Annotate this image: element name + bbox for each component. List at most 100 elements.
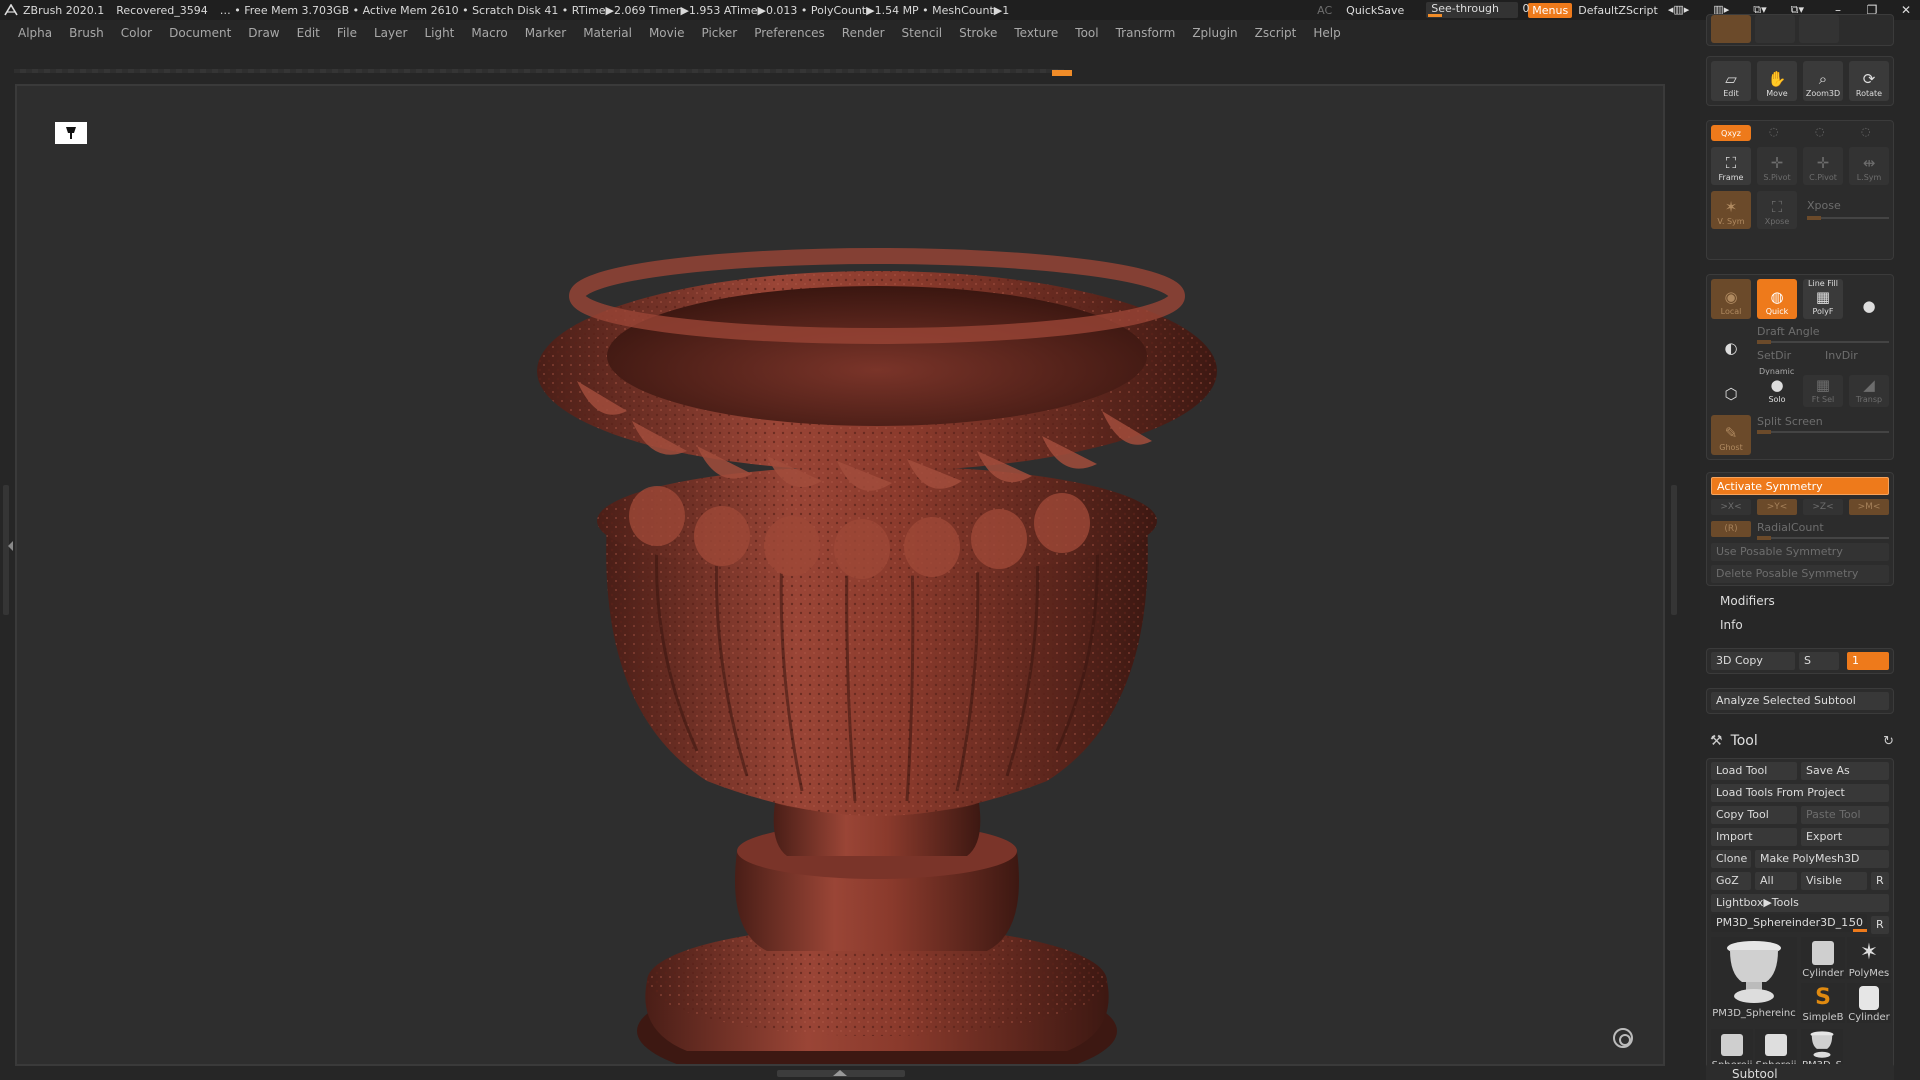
menu-transform[interactable]: Transform [1116, 26, 1176, 40]
menu-render[interactable]: Render [842, 26, 885, 40]
perspective-icon[interactable] [55, 122, 87, 144]
brush-preview-icon[interactable] [1755, 15, 1795, 43]
xyz-toggle[interactable]: Qxyz [1711, 125, 1751, 141]
lsym-button[interactable]: ⇹ L.Sym [1849, 147, 1889, 185]
texture-preview-icon[interactable] [1799, 15, 1839, 43]
quicksave-button[interactable]: QuickSave [1346, 4, 1404, 17]
menu-picker[interactable]: Picker [701, 26, 737, 40]
move-button[interactable]: ✋ Move [1757, 61, 1797, 101]
vsym-button[interactable]: ✶ V. Sym [1711, 191, 1751, 229]
spivot-button[interactable]: ✛ S.Pivot [1757, 147, 1797, 185]
copy-tool-button[interactable]: Copy Tool [1711, 806, 1797, 824]
3d-copy-button[interactable]: 3D Copy [1711, 652, 1795, 670]
draft-angle-slider[interactable] [1757, 340, 1889, 344]
layout-icon-1[interactable]: ◂▥▸ [1668, 3, 1689, 17]
menu-macro[interactable]: Macro [471, 26, 507, 40]
menu-document[interactable]: Document [169, 26, 231, 40]
invdir-button[interactable]: InvDir [1825, 349, 1858, 362]
copy-s-button[interactable]: S [1799, 652, 1839, 670]
menu-movie[interactable]: Movie [649, 26, 685, 40]
menu-preferences[interactable]: Preferences [754, 26, 825, 40]
menu-zscript[interactable]: Zscript [1255, 26, 1297, 40]
make-polymesh-button[interactable]: Make PolyMesh3D [1755, 850, 1889, 868]
z-axis-icon[interactable]: ◌ [1815, 125, 1825, 138]
tool-palette-header[interactable]: ⚒ Tool ↻ [1700, 728, 1900, 754]
load-tools-from-project-button[interactable]: Load Tools From Project [1711, 784, 1889, 802]
save-as-button[interactable]: Save As [1801, 762, 1889, 780]
split-screen-slider[interactable] [1757, 430, 1889, 434]
tool-thumb-pm3d[interactable]: PM3D_Sphereinc [1711, 937, 1797, 1019]
menus-toggle[interactable]: Menus [1528, 2, 1573, 18]
left-tray-toggle[interactable] [3, 485, 13, 615]
radial-r-button[interactable]: (R) [1711, 521, 1751, 537]
menu-zplugin[interactable]: Zplugin [1192, 26, 1237, 40]
reset-icon[interactable]: ↻ [1883, 734, 1894, 749]
current-tool-r-button[interactable]: R [1871, 916, 1889, 934]
delete-posable-symmetry-button[interactable]: Delete Posable Symmetry [1711, 565, 1889, 583]
radialcount-slider[interactable] [1757, 536, 1889, 540]
menu-draw[interactable]: Draw [248, 26, 279, 40]
polyf-button[interactable]: Line Fill ▦ PolyF [1803, 279, 1843, 319]
menu-edit[interactable]: Edit [297, 26, 320, 40]
goz-all-button[interactable]: All [1755, 872, 1797, 890]
transp-button[interactable]: ◢ Transp [1849, 375, 1889, 407]
local-button[interactable]: ◉ Local [1711, 279, 1751, 319]
tool-thumb-cylinder[interactable]: Cylinder [1801, 937, 1845, 979]
edit-button[interactable]: ▱ Edit [1711, 61, 1751, 101]
solo-button[interactable]: ● Solo [1757, 375, 1797, 407]
xpose-button[interactable]: ⛶ Xpose [1757, 191, 1797, 229]
setdir-button[interactable]: SetDir [1757, 349, 1791, 362]
modifiers-section[interactable]: Modifiers [1720, 594, 1775, 608]
tool-thumb-cylinder-2[interactable]: Cylinder [1847, 983, 1891, 1023]
contrast-button[interactable]: ◐ [1711, 325, 1751, 361]
xpose-slider[interactable] [1807, 216, 1889, 220]
load-tool-button[interactable]: Load Tool [1711, 762, 1797, 780]
cube-view-button[interactable]: ⬡ [1711, 371, 1751, 407]
y-axis-icon[interactable]: ◌ [1769, 125, 1779, 138]
default-zscript-button[interactable]: DefaultZScript [1578, 4, 1658, 17]
right-tray-toggle[interactable] [1671, 485, 1677, 615]
ac-toggle[interactable]: AC [1317, 4, 1332, 17]
goz-button[interactable]: GoZ [1711, 872, 1751, 890]
material-sphere-button[interactable]: ● [1849, 279, 1889, 319]
tool-thumb-polymesh[interactable]: ✶ PolyMes [1847, 937, 1891, 979]
see-through-slider[interactable]: See-through 0 [1426, 2, 1530, 18]
bottom-tray-toggle[interactable] [777, 1070, 905, 1077]
copy-count-input[interactable]: 1 [1847, 652, 1889, 670]
sym-z-button[interactable]: >Z< [1803, 499, 1843, 515]
m-axis-icon[interactable]: ◌ [1861, 125, 1871, 138]
menu-help[interactable]: Help [1313, 26, 1340, 40]
info-section[interactable]: Info [1720, 618, 1743, 632]
menu-material[interactable]: Material [583, 26, 632, 40]
import-button[interactable]: Import [1711, 828, 1797, 846]
ghost-button[interactable]: ✎ Ghost [1711, 415, 1751, 455]
frame-button[interactable]: ⛶ Frame [1711, 147, 1751, 185]
rotate-button[interactable]: ⟳ Rotate [1849, 61, 1889, 101]
goz-visible-button[interactable]: Visible [1801, 872, 1867, 890]
menu-texture[interactable]: Texture [1014, 26, 1058, 40]
menu-file[interactable]: File [337, 26, 357, 40]
menu-stroke[interactable]: Stroke [959, 26, 997, 40]
lightbox-tools-button[interactable]: Lightbox▶Tools [1711, 894, 1889, 912]
sym-x-button[interactable]: >X< [1711, 499, 1751, 515]
current-tool-slider[interactable]: PM3D_Sphereinder3D_1. 50 [1711, 914, 1867, 932]
cpivot-button[interactable]: ✛ C.Pivot [1803, 147, 1843, 185]
paste-tool-button[interactable]: Paste Tool [1801, 806, 1889, 824]
menu-tool[interactable]: Tool [1075, 26, 1098, 40]
use-posable-symmetry-button[interactable]: Use Posable Symmetry [1711, 543, 1889, 561]
export-button[interactable]: Export [1801, 828, 1889, 846]
menu-marker[interactable]: Marker [525, 26, 566, 40]
material-sphere-icon[interactable] [1711, 15, 1751, 43]
clone-button[interactable]: Clone [1711, 850, 1751, 868]
sym-y-button[interactable]: >Y< [1757, 499, 1797, 515]
menu-stencil[interactable]: Stencil [902, 26, 943, 40]
goz-r-button[interactable]: R [1871, 872, 1889, 890]
floor-grid-icon[interactable] [1613, 1028, 1633, 1048]
activate-symmetry-button[interactable]: Activate Symmetry [1711, 477, 1889, 495]
menu-alpha[interactable]: Alpha [18, 26, 52, 40]
ftsel-button[interactable]: ▦ Ft Sel [1803, 375, 1843, 407]
zoom3d-button[interactable]: ⌕ Zoom3D [1803, 61, 1843, 101]
menu-light[interactable]: Light [424, 26, 454, 40]
subtool-section[interactable]: Subtool [1706, 1064, 1894, 1080]
close-icon[interactable]: ✕ [1896, 3, 1916, 17]
